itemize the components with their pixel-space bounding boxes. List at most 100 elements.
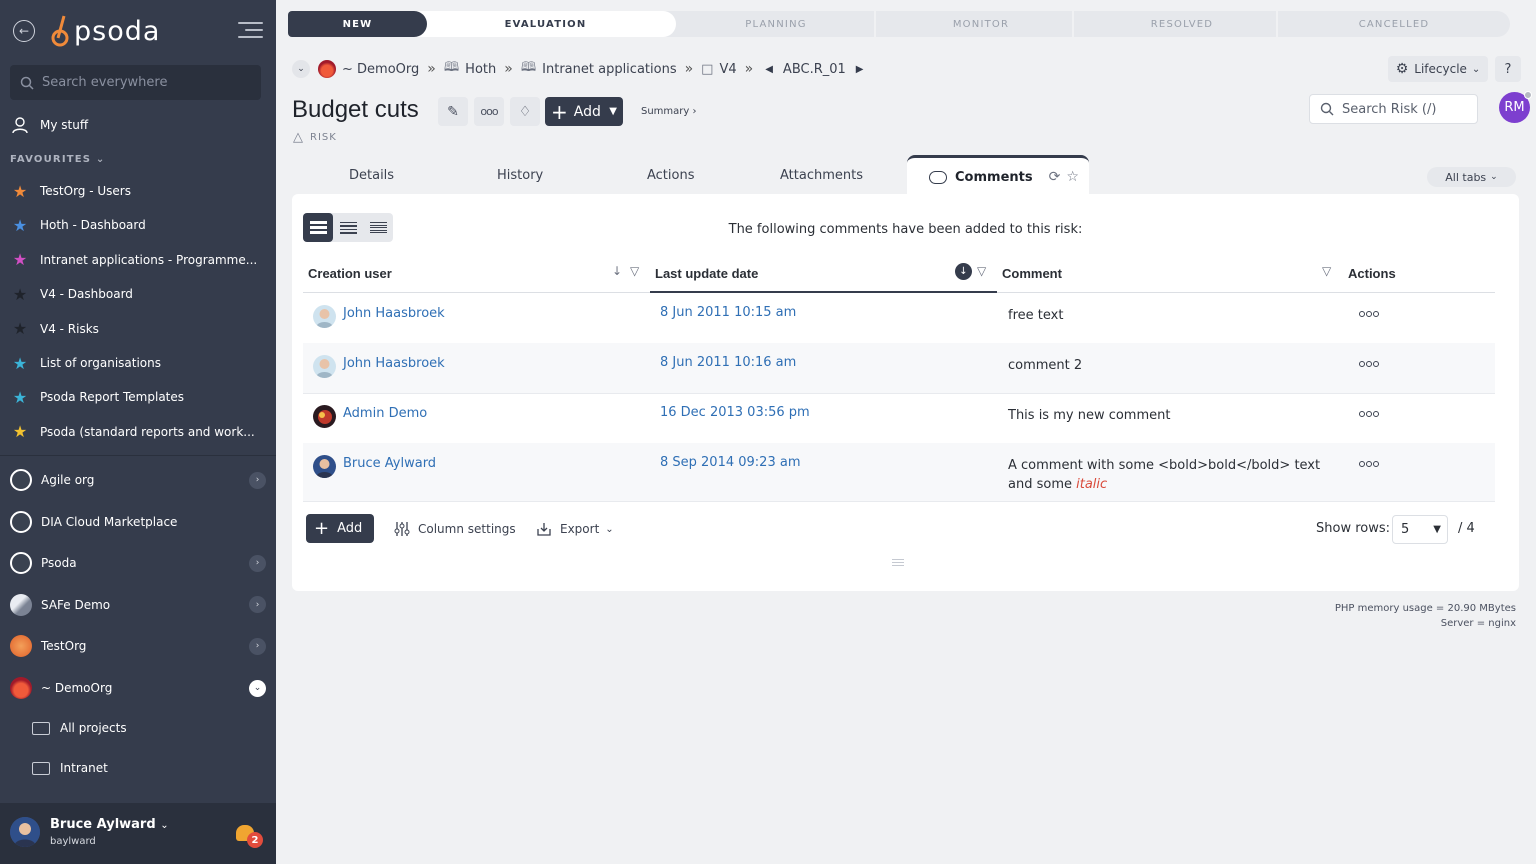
sidebar-favourite-item[interactable]: ★ V4 - Risks xyxy=(10,319,99,339)
sidebar-org-item[interactable]: Agile org › xyxy=(10,468,266,492)
chevron-down-icon[interactable]: ⌄ xyxy=(249,679,266,697)
sidebar-item-label: TestOrg xyxy=(41,639,87,654)
sidebar-favourite-item[interactable]: ★ Psoda (standard reports and work... xyxy=(10,422,255,442)
creation-user-link[interactable]: Bruce Aylward xyxy=(343,456,436,471)
sort-icon[interactable]: ↓ xyxy=(612,264,622,278)
notification-badge: 2 xyxy=(247,832,263,848)
previous-icon[interactable]: ◀ xyxy=(765,64,773,75)
lifecycle-button[interactable]: ⚙ Lifecycle ⌄ xyxy=(1388,56,1488,82)
help-button[interactable]: ? xyxy=(1495,56,1521,82)
column-header-comment[interactable]: Comment xyxy=(1002,266,1062,281)
filter-icon[interactable]: ▽ xyxy=(1322,264,1331,278)
update-date-link[interactable]: 8 Jun 2011 10:15 am xyxy=(660,305,796,320)
sidebar-favourite-item[interactable]: ★ Intranet applications - Programme... xyxy=(10,250,257,270)
chevron-down-icon[interactable]: ⌄ xyxy=(292,60,310,78)
sidebar-collapse-icon[interactable] xyxy=(238,22,263,43)
tab-attachments[interactable]: Attachments xyxy=(780,168,863,183)
refresh-icon[interactable]: ⟳ xyxy=(1049,169,1061,185)
creation-user-link[interactable]: John Haasbroek xyxy=(343,356,445,371)
sidebar-org-item[interactable]: ~ DemoOrg ⌄ xyxy=(10,676,266,700)
more-actions-icon[interactable] xyxy=(1359,361,1379,367)
column-header-creation-user[interactable]: Creation user xyxy=(308,266,392,281)
chevron-right-icon[interactable]: › xyxy=(249,554,266,572)
lifecycle-stage-monitor[interactable]: MONITOR xyxy=(876,11,1086,37)
lifecycle-stage-new[interactable]: NEW xyxy=(288,11,427,37)
plus-icon: + xyxy=(314,517,330,539)
favourites-heading-label: FAVOURITES xyxy=(10,154,92,165)
breadcrumb-item[interactable]: V4 xyxy=(719,62,736,77)
add-comment-button[interactable]: + Add xyxy=(306,514,374,543)
update-date-link[interactable]: 8 Sep 2014 09:23 am xyxy=(660,455,800,470)
sidebar-favourite-item[interactable]: ★ V4 - Dashboard xyxy=(10,284,133,304)
more-button[interactable]: ooo xyxy=(474,97,504,126)
search-risk-input[interactable]: Search Risk (/) xyxy=(1309,94,1478,124)
sidebar-item-intranet[interactable]: Intranet xyxy=(32,761,108,775)
breadcrumb-item[interactable]: Intranet applications xyxy=(542,62,676,77)
update-date-link[interactable]: 8 Jun 2011 10:16 am xyxy=(660,355,796,370)
lifecycle-stage-resolved[interactable]: RESOLVED xyxy=(1074,11,1290,37)
sort-desc-icon[interactable]: ↓ xyxy=(955,263,972,280)
sidebar-item-my-stuff[interactable]: My stuff xyxy=(10,115,88,135)
more-actions-icon[interactable] xyxy=(1359,411,1379,417)
more-actions-icon[interactable] xyxy=(1359,461,1379,467)
breadcrumb-org[interactable]: ~ DemoOrg xyxy=(342,62,419,77)
sidebar-favourite-item[interactable]: ★ Hoth - Dashboard xyxy=(10,215,146,235)
back-icon[interactable]: ← xyxy=(13,20,35,42)
comment-text-part: A comment with some <bold>bold</bold> te… xyxy=(1008,458,1321,492)
creation-user-link[interactable]: John Haasbroek xyxy=(343,306,445,321)
lifecycle-stage-planning[interactable]: PLANNING xyxy=(664,11,888,37)
tag-icon: ♢ xyxy=(518,103,532,120)
tab-actions[interactable]: Actions xyxy=(647,168,695,183)
user-name: Bruce Aylward ⌄ xyxy=(50,817,169,832)
summary-link[interactable]: Summary › xyxy=(641,106,697,117)
resize-handle-icon[interactable] xyxy=(892,559,904,568)
breadcrumb-item[interactable]: Hoth xyxy=(465,62,496,77)
briefcase-icon xyxy=(32,761,50,775)
sidebar-org-item[interactable]: DIA Cloud Marketplace xyxy=(10,510,266,534)
edit-button[interactable]: ✎ xyxy=(438,97,468,126)
sidebar-favourite-item[interactable]: ★ TestOrg - Users xyxy=(10,181,131,201)
star-icon[interactable]: ☆ xyxy=(1066,169,1079,185)
sidebar-item-label: Intranet xyxy=(60,761,108,775)
tag-button[interactable]: ♢ xyxy=(510,97,540,126)
show-rows-select[interactable]: 5 ▼ xyxy=(1392,515,1448,544)
export-button[interactable]: Export ⌄ xyxy=(536,521,614,537)
all-tabs-button[interactable]: All tabs ⌄ xyxy=(1427,167,1516,187)
sidebar-favourite-item[interactable]: ★ Psoda Report Templates xyxy=(10,387,184,407)
sidebar-org-item[interactable]: TestOrg › xyxy=(10,634,266,658)
column-settings-button[interactable]: Column settings xyxy=(394,521,516,537)
column-header-last-update-date[interactable]: Last update date xyxy=(655,266,758,281)
memory-usage: PHP memory usage = 20.90 MBytes xyxy=(1334,603,1516,614)
tab-comments[interactable]: Comments ⟳ ☆ xyxy=(907,155,1089,196)
star-icon: ★ xyxy=(12,284,28,304)
psoda-logo[interactable]: psoda xyxy=(50,14,160,48)
tab-history[interactable]: History xyxy=(497,168,543,183)
record-type-label: RISK xyxy=(310,132,337,143)
sidebar-org-item[interactable]: Psoda › xyxy=(10,551,266,575)
chevron-right-icon[interactable]: › xyxy=(249,596,266,614)
more-actions-icon[interactable] xyxy=(1359,311,1379,317)
lifecycle-stage-cancelled[interactable]: CANCELLED xyxy=(1278,11,1510,37)
update-date-link[interactable]: 16 Dec 2013 03:56 pm xyxy=(660,405,810,420)
filter-icon[interactable]: ▽ xyxy=(977,264,986,278)
comment-italic-text: italic xyxy=(1076,477,1108,492)
sidebar-item-all-projects[interactable]: All projects xyxy=(32,721,127,735)
sidebar-favourite-item[interactable]: ★ List of organisations xyxy=(10,353,161,373)
sidebar-item-label: V4 - Risks xyxy=(40,321,99,336)
sidebar-org-item[interactable]: SAFe Demo › xyxy=(10,593,266,617)
chevron-right-icon[interactable]: › xyxy=(249,471,266,489)
filter-icon[interactable]: ▽ xyxy=(630,264,639,278)
star-icon: ★ xyxy=(12,319,28,339)
creation-user-link[interactable]: Admin Demo xyxy=(343,406,427,421)
pencil-icon: ✎ xyxy=(447,103,459,120)
sidebar-user-panel[interactable]: Bruce Aylward ⌄ baylward 2 xyxy=(0,803,276,864)
sidebar-item-label: SAFe Demo xyxy=(41,597,111,612)
next-icon[interactable]: ▶ xyxy=(856,64,864,75)
search-icon xyxy=(1320,102,1334,116)
add-button[interactable]: + Add ▼ xyxy=(545,97,623,126)
chevron-right-icon[interactable]: › xyxy=(249,637,266,655)
sidebar-search-input[interactable]: Search everywhere xyxy=(10,65,261,100)
lifecycle-stage-evaluation[interactable]: EVALUATION xyxy=(415,11,676,37)
tab-details[interactable]: Details xyxy=(349,168,394,183)
favourites-heading[interactable]: FAVOURITES ⌄ xyxy=(10,154,106,165)
